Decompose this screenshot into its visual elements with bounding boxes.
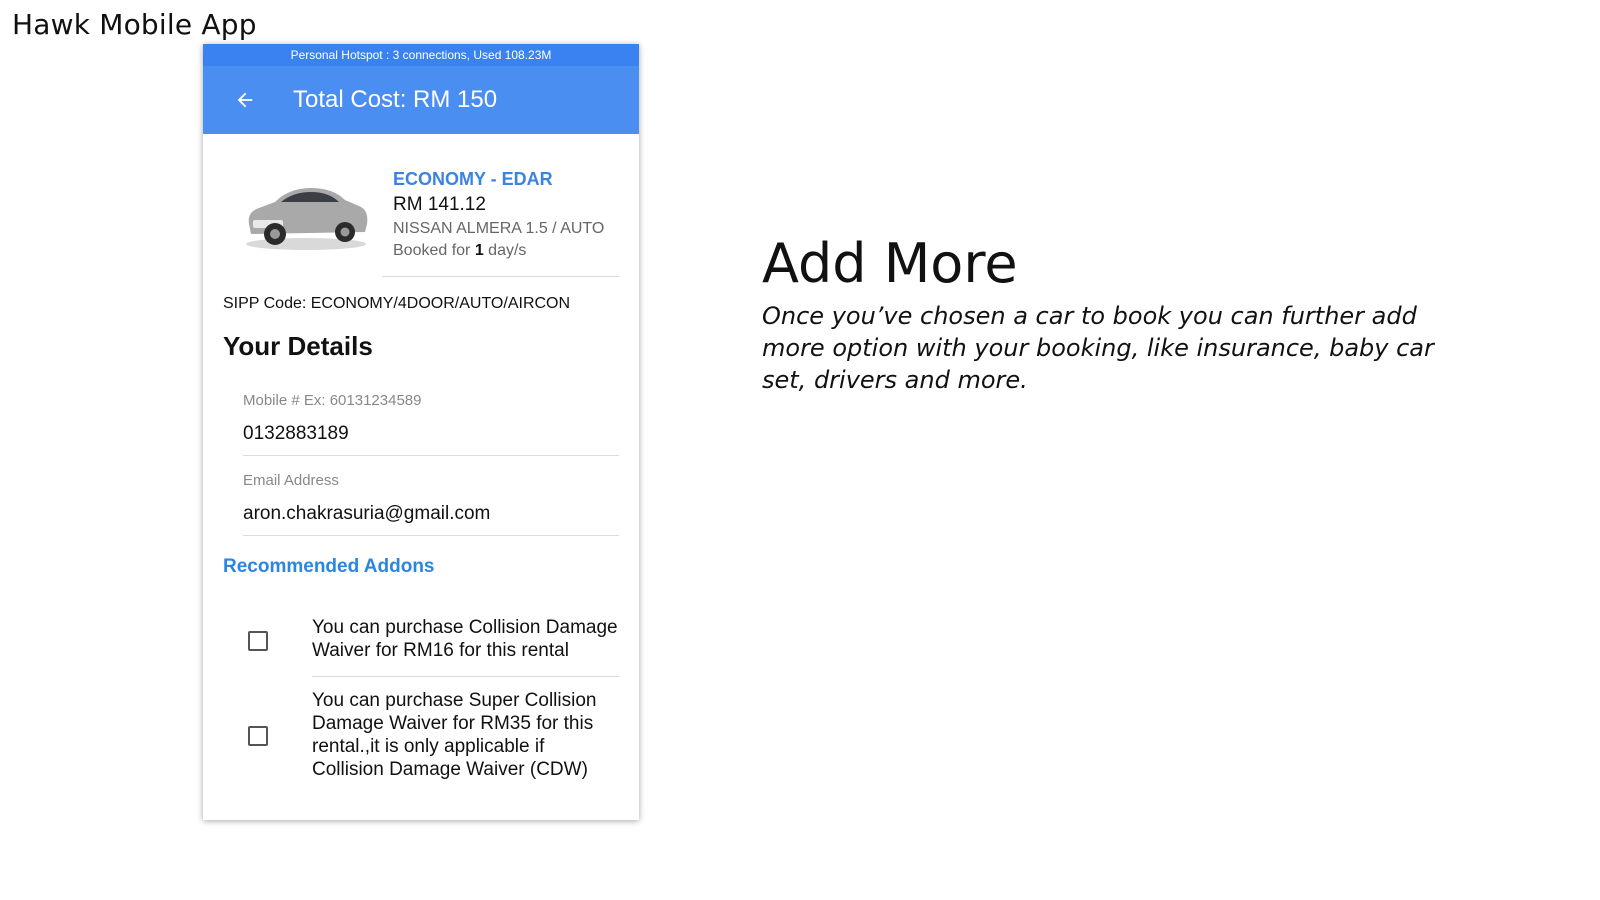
booked-days: 1 [474, 242, 484, 259]
app-bar: Total Cost: RM 150 [203, 66, 639, 134]
phone-screen: Personal Hotspot : 3 connections, Used 1… [203, 44, 639, 820]
addon-text: You can purchase Super Collision Damage … [312, 690, 597, 780]
booking-content: ECONOMY - EDAR RM 141.12 NISSAN ALMERA 1… [203, 134, 639, 795]
email-label: Email Address [243, 472, 339, 489]
add-more-description: Once you’ve chosen a car to book you can… [762, 302, 1434, 394]
sipp-code: SIPP Code: ECONOMY/4DOOR/AUTO/AIRCON [223, 295, 571, 312]
car-model: NISSAN ALMERA 1.5 / AUTO [393, 220, 605, 237]
booked-suffix: day/s [483, 242, 527, 259]
your-details-heading: Your Details [223, 331, 373, 361]
car-image [246, 188, 368, 250]
back-button[interactable] [225, 80, 265, 120]
email-input[interactable]: aron.chakrasuria@gmail.com [243, 503, 619, 525]
email-field[interactable]: Email Address aron.chakrasuria@gmail.com [243, 472, 619, 536]
car-summary: ECONOMY - EDAR RM 141.12 NISSAN ALMERA 1… [223, 134, 619, 260]
addons-list: You can purchase Collision Damage Waiver… [223, 604, 619, 795]
arrow-back-icon [237, 92, 253, 108]
add-more-heading: Add More [762, 232, 1018, 295]
recommended-addons-heading: Recommended Addons [223, 556, 435, 577]
mobile-input[interactable]: 0132883189 [243, 423, 619, 445]
status-bar: Personal Hotspot : 3 connections, Used 1… [203, 44, 639, 66]
car-info: ECONOMY - EDAR RM 141.12 NISSAN ALMERA 1… [393, 166, 619, 260]
addon-text: You can purchase Collision Damage Waiver… [312, 604, 619, 677]
cdw-checkbox[interactable] [248, 630, 268, 651]
total-cost-title: Total Cost: RM 150 [293, 86, 498, 113]
car-price: RM 141.12 [393, 194, 486, 215]
addon-item[interactable]: You can purchase Collision Damage Waiver… [223, 604, 619, 677]
slide-title: Hawk Mobile App [12, 8, 257, 41]
scdw-checkbox[interactable] [248, 726, 268, 746]
booked-prefix: Booked for [393, 242, 475, 259]
addon-item[interactable]: You can purchase Super Collision Damage … [223, 677, 619, 795]
booked-duration: Booked for 1 day/s [393, 242, 619, 260]
mobile-label: Mobile # Ex: 60131234589 [243, 392, 422, 409]
divider [382, 276, 619, 277]
mobile-field[interactable]: Mobile # Ex: 60131234589 0132883189 [243, 392, 619, 456]
car-class: ECONOMY - EDAR [393, 169, 553, 189]
